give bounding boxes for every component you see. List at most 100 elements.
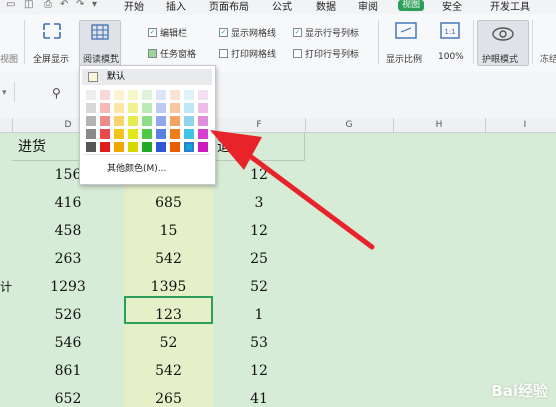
color-swatch[interactable] (170, 129, 180, 139)
color-swatch[interactable] (128, 116, 138, 126)
cell-i[interactable] (485, 189, 556, 218)
fullscreen-button[interactable]: 全屏显示 (33, 52, 69, 65)
color-swatch[interactable] (156, 116, 166, 126)
color-swatch[interactable] (184, 142, 194, 152)
color-swatch[interactable] (100, 103, 110, 113)
cell-g[interactable] (305, 301, 394, 330)
column-header-g[interactable]: G (305, 118, 394, 132)
more-colors-option[interactable]: 其他颜色(M)... (107, 161, 166, 174)
color-swatch[interactable] (86, 116, 96, 126)
cell-d[interactable]: 263 (12, 245, 125, 274)
cell-h[interactable] (393, 385, 486, 407)
cell-e[interactable]: 685 (124, 189, 214, 218)
tab-insert[interactable]: 插入 (166, 0, 186, 13)
color-swatch[interactable] (142, 90, 152, 100)
cell-i[interactable] (485, 245, 556, 274)
color-swatch[interactable] (114, 142, 124, 152)
cell-f[interactable]: 53 (213, 329, 306, 358)
cell-h[interactable] (393, 217, 486, 246)
color-swatch[interactable] (142, 129, 152, 139)
color-swatch[interactable] (184, 116, 194, 126)
color-swatch[interactable] (128, 129, 138, 139)
cell-h[interactable] (393, 301, 486, 330)
color-swatch[interactable] (198, 103, 208, 113)
zoom-ratio-icon[interactable] (393, 20, 419, 42)
cell-d[interactable]: 458 (12, 217, 125, 246)
column-header-h[interactable]: H (393, 118, 486, 132)
cell-f[interactable]: 1 (213, 301, 306, 330)
color-swatch[interactable] (114, 90, 124, 100)
cell-d[interactable]: 546 (12, 329, 125, 358)
color-swatch[interactable] (128, 142, 138, 152)
color-swatch[interactable] (184, 90, 194, 100)
color-swatch[interactable] (170, 142, 180, 152)
name-box-dropdown-icon[interactable]: ▾ (2, 88, 7, 98)
cell-h[interactable] (393, 329, 486, 358)
color-swatch[interactable] (198, 116, 208, 126)
freeze-label-fragment[interactable]: 冻结 (540, 52, 556, 65)
cell-g[interactable] (305, 245, 394, 274)
column-header-i[interactable]: I (485, 118, 556, 132)
color-swatch[interactable] (100, 90, 110, 100)
cell-g[interactable] (305, 133, 394, 162)
cell-d[interactable]: 1293 (12, 273, 125, 302)
color-swatch[interactable] (156, 142, 166, 152)
cell-f[interactable]: 3 (213, 189, 306, 218)
cell-f[interactable]: 41 (213, 385, 306, 407)
cell-i[interactable] (485, 273, 556, 302)
tab-security[interactable]: 安全 (442, 0, 462, 13)
color-swatch[interactable] (100, 142, 110, 152)
color-swatch[interactable] (198, 129, 208, 139)
color-swatch[interactable] (100, 129, 110, 139)
color-swatch[interactable] (114, 129, 124, 139)
cell-f[interactable]: 12 (213, 217, 306, 246)
tab-home[interactable]: 开始 (124, 0, 144, 13)
cell-f-header[interactable]: 退货 (213, 133, 305, 161)
cell-i[interactable] (485, 133, 556, 162)
cell-g[interactable] (305, 273, 394, 302)
tab-view[interactable]: 视图 (398, 0, 424, 11)
cell-e[interactable]: 542 (124, 357, 214, 386)
redo-icon[interactable]: ↷ (76, 0, 84, 10)
color-swatch[interactable] (128, 90, 138, 100)
cell-d[interactable]: 526 (12, 301, 125, 330)
color-swatch[interactable] (114, 116, 124, 126)
cell-i[interactable] (485, 217, 556, 246)
cell-f[interactable]: 25 (213, 245, 306, 274)
tab-formula[interactable]: 公式 (272, 0, 292, 13)
cell-i[interactable] (485, 161, 556, 190)
color-swatch[interactable] (86, 142, 96, 152)
color-swatch[interactable] (170, 116, 180, 126)
cell-e[interactable]: 265 (124, 385, 214, 407)
color-swatch[interactable] (184, 103, 194, 113)
eye-mode-button[interactable]: 护眼模式 (477, 20, 529, 66)
zoom-100-icon[interactable]: 1:1 (435, 20, 465, 42)
cell-g[interactable] (305, 189, 394, 218)
edit-bar-checkbox[interactable]: ✓ (148, 28, 157, 37)
color-swatch[interactable] (156, 129, 166, 139)
cell-g[interactable] (305, 357, 394, 386)
color-swatch[interactable] (198, 90, 208, 100)
color-swatch[interactable] (156, 90, 166, 100)
reading-mode-button[interactable]: 阅读模式 ▾ (79, 20, 121, 66)
cell-e[interactable]: 52 (124, 329, 214, 358)
print-gridlines-checkbox[interactable] (219, 49, 228, 58)
cell-e[interactable]: 15 (124, 217, 214, 246)
color-swatch[interactable] (86, 90, 96, 100)
tab-review[interactable]: 审阅 (358, 0, 378, 13)
folder-icon[interactable]: ▭ (6, 0, 15, 10)
color-swatch[interactable] (170, 103, 180, 113)
cell-g[interactable] (305, 329, 394, 358)
task-pane-checkbox[interactable] (148, 49, 157, 58)
undo-icon[interactable]: ↶ (60, 0, 68, 10)
color-swatch[interactable] (142, 103, 152, 113)
show-gridlines-checkbox[interactable]: ✓ (219, 28, 228, 37)
cell-h[interactable] (393, 133, 486, 162)
cell-d[interactable]: 652 (12, 385, 125, 407)
cell-f[interactable]: 12 (213, 357, 306, 386)
cell-g[interactable] (305, 385, 394, 407)
color-swatch[interactable] (86, 129, 96, 139)
zoom-ratio-button[interactable]: 显示比例 (386, 52, 422, 65)
cell-h[interactable] (393, 161, 486, 190)
cell-h[interactable] (393, 273, 486, 302)
